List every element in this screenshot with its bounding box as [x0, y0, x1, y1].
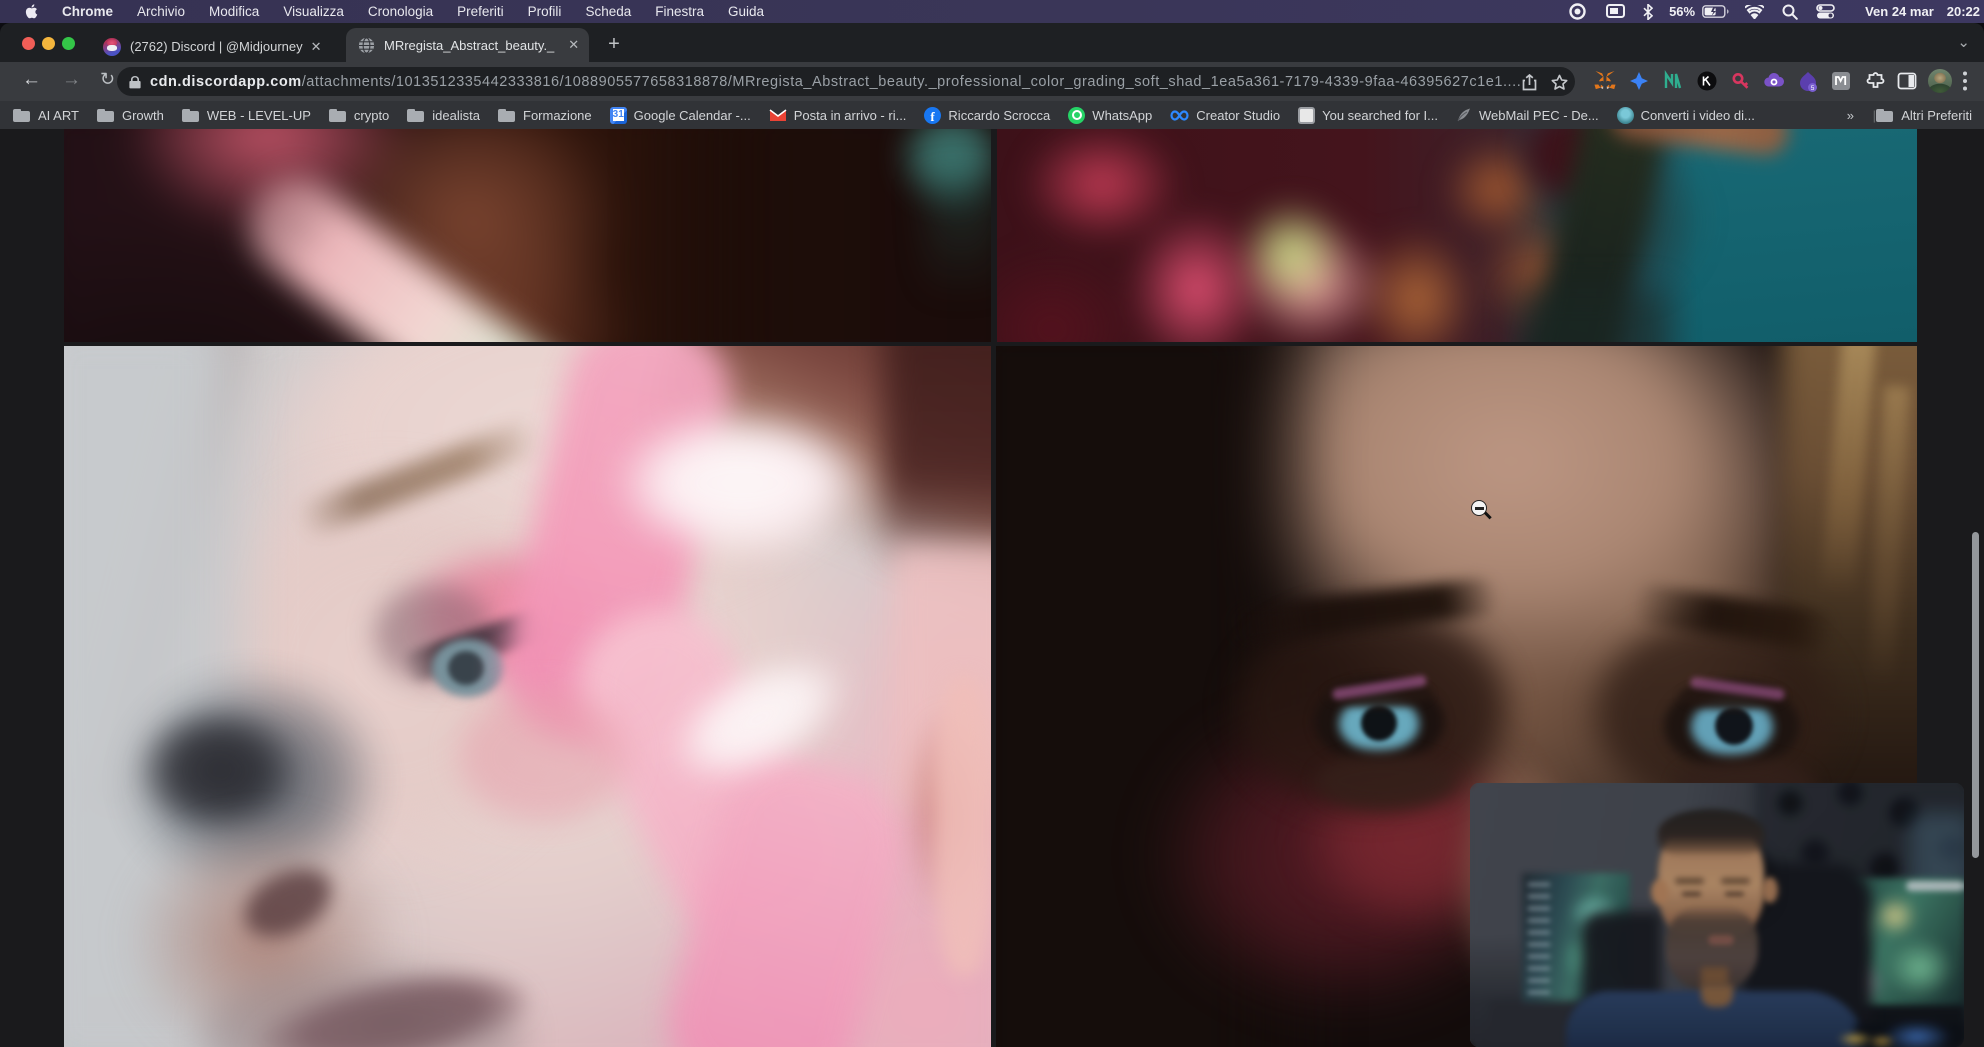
svg-text:5: 5 — [1811, 85, 1815, 92]
